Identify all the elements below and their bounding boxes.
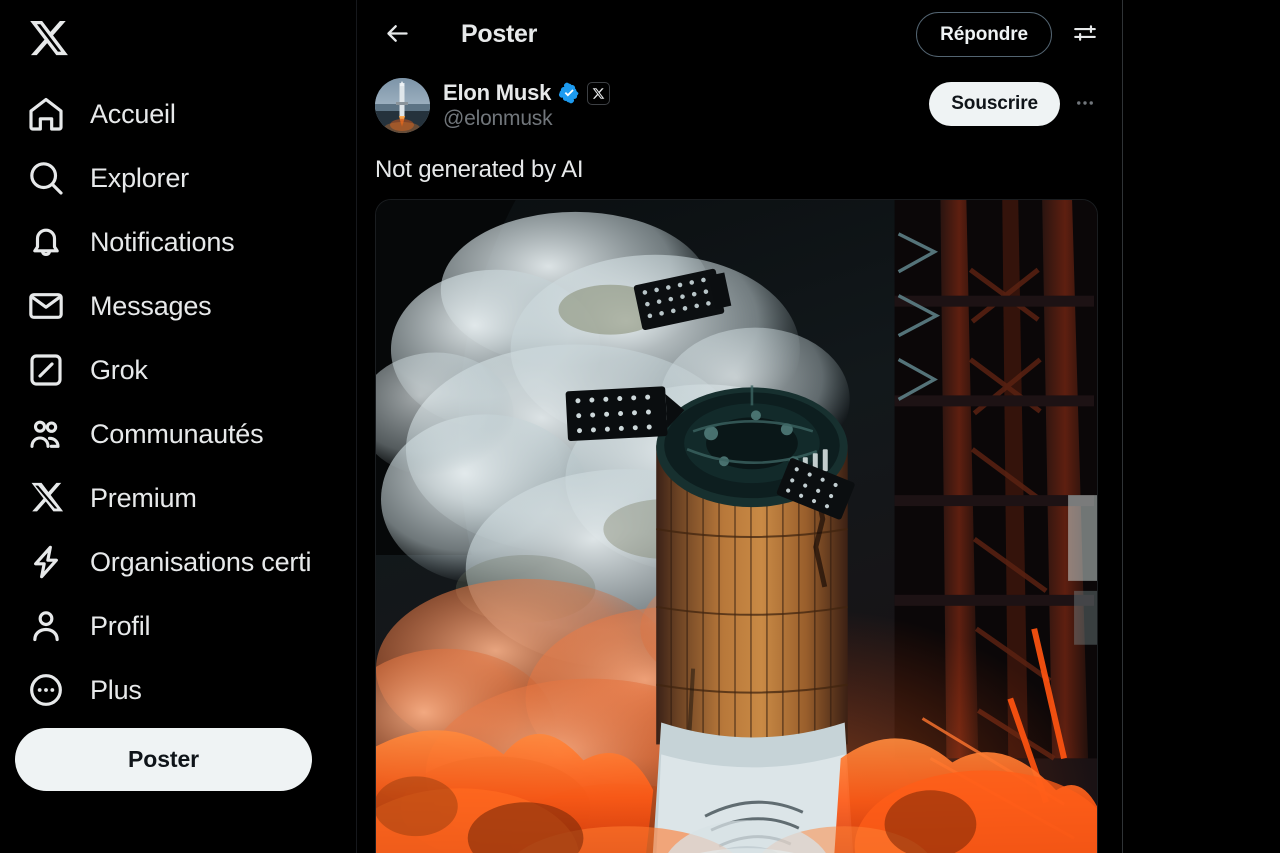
author-display-name[interactable]: Elon Musk — [443, 80, 551, 106]
communities-icon — [24, 412, 68, 456]
primary-sidebar: Accueil Explorer Notifications Messages … — [0, 0, 357, 853]
sidebar-item-organisations-certifiees[interactable]: Organisations certi — [0, 530, 356, 594]
sidebar-item-label: Grok — [90, 354, 148, 385]
sidebar-item-label: Explorer — [90, 162, 189, 193]
x-badge-icon[interactable] — [587, 81, 611, 105]
more-horizontal-icon — [1074, 92, 1096, 117]
post-media-image[interactable] — [375, 199, 1098, 853]
sidebar-item-label: Communautés — [90, 418, 264, 449]
sidebar-item-accueil[interactable]: Accueil — [0, 82, 356, 146]
author-handle[interactable]: @elonmusk — [443, 107, 610, 131]
x-app-root: Accueil Explorer Notifications Messages … — [0, 0, 1280, 853]
right-gutter — [1123, 0, 1280, 853]
more-circle-icon — [24, 668, 68, 712]
sidebar-item-label: Premium — [90, 482, 197, 513]
post-topbar: Poster Répondre — [357, 0, 1122, 69]
post-button[interactable]: Poster — [15, 728, 312, 791]
post-text: Not generated by AI — [375, 156, 584, 183]
sidebar-item-label: Plus — [90, 674, 142, 705]
sidebar-nav-list: Accueil Explorer Notifications Messages … — [0, 82, 356, 722]
sidebar-item-profil[interactable]: Profil — [0, 594, 356, 658]
sidebar-item-premium[interactable]: Premium — [0, 466, 356, 530]
person-icon — [24, 604, 68, 648]
arrow-left-icon — [384, 20, 411, 50]
post-author-meta: Elon Musk @elonmusk — [443, 78, 611, 131]
back-button[interactable] — [375, 13, 419, 57]
post-detail-column: Poster Répondre Elon Musk @elonmusk Sous… — [357, 0, 1123, 853]
post-more-button[interactable] — [1066, 85, 1104, 123]
search-icon — [24, 156, 68, 200]
sidebar-item-communautes[interactable]: Communautés — [0, 402, 356, 466]
subscribe-button[interactable]: Souscrire — [929, 82, 1060, 126]
sidebar-item-label: Notifications — [90, 226, 235, 257]
sidebar-item-notifications[interactable]: Notifications — [0, 210, 356, 274]
post-author-actions: Souscrire — [929, 78, 1104, 126]
sidebar-logo-row — [0, 0, 356, 76]
home-icon — [24, 92, 68, 136]
rocket-launch-avatar — [375, 78, 430, 133]
page-title: Poster — [461, 20, 538, 48]
grok-icon — [24, 348, 68, 392]
envelope-icon — [24, 284, 68, 328]
sidebar-item-label: Accueil — [90, 98, 176, 129]
sidebar-item-label: Profil — [90, 610, 151, 641]
reply-button[interactable]: Répondre — [916, 12, 1052, 57]
sidebar-item-explorer[interactable]: Explorer — [0, 146, 356, 210]
sliders-icon — [1072, 20, 1098, 49]
sidebar-item-messages[interactable]: Messages — [0, 274, 356, 338]
x-premium-icon — [24, 476, 68, 520]
avatar[interactable] — [375, 78, 430, 133]
bolt-icon — [24, 540, 68, 584]
sidebar-item-label: Messages — [90, 290, 212, 321]
post-author-name-line: Elon Musk — [443, 80, 611, 106]
post-body: Elon Musk @elonmusk Souscrire Not genera… — [357, 69, 1122, 853]
verified-badge-icon — [558, 82, 580, 104]
bell-icon — [24, 220, 68, 264]
x-logo[interactable] — [28, 17, 70, 59]
display-settings-button[interactable] — [1064, 14, 1106, 56]
sidebar-item-label: Organisations certi — [90, 546, 312, 577]
post-author-row: Elon Musk @elonmusk Souscrire — [375, 69, 1104, 133]
sidebar-item-plus[interactable]: Plus — [0, 658, 356, 722]
sidebar-item-grok[interactable]: Grok — [0, 338, 356, 402]
